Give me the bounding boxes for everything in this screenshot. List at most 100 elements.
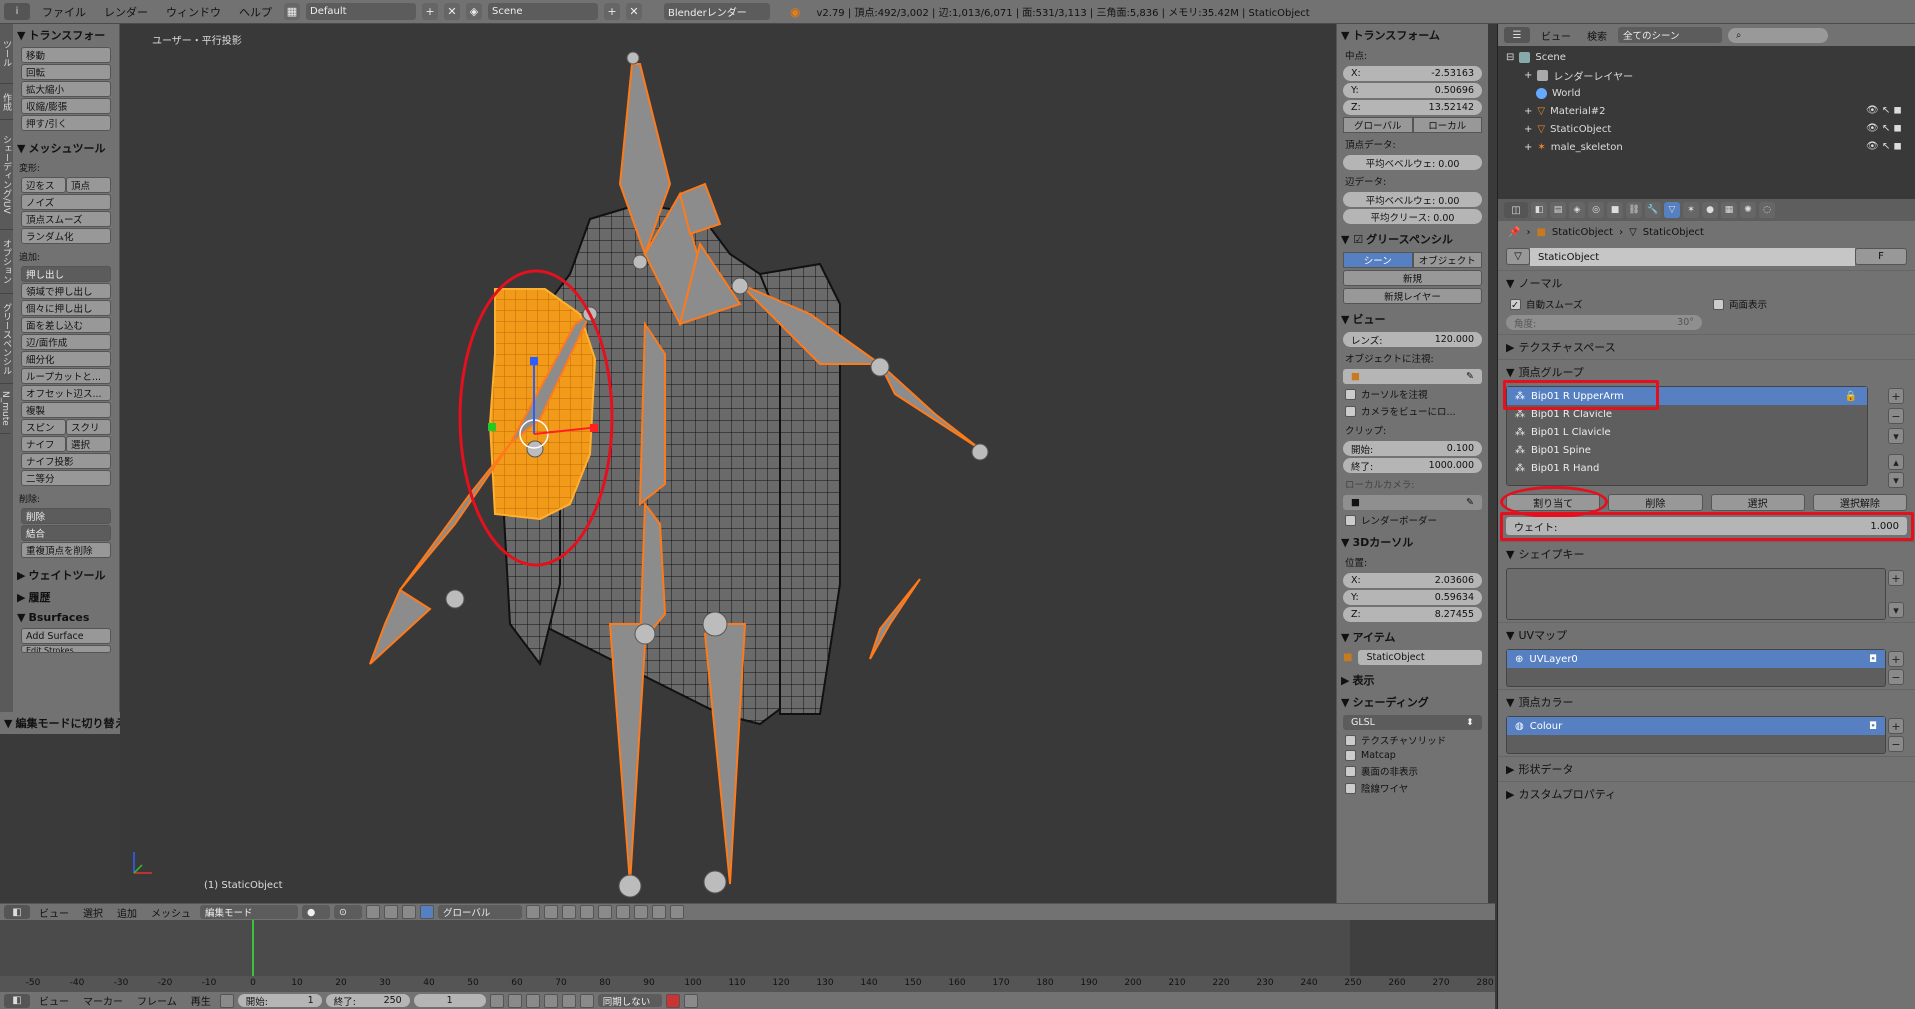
- view-header[interactable]: ▼ ビュー: [1337, 308, 1488, 330]
- properties-editor-icon[interactable]: ◫: [1504, 202, 1528, 218]
- rotate-button[interactable]: 回転: [21, 64, 111, 80]
- manipulator-icon[interactable]: [366, 905, 380, 919]
- cursor-x-field[interactable]: X: 2.03606: [1343, 573, 1482, 588]
- n-transform-header[interactable]: ▼ トランスフォーム: [1337, 24, 1488, 46]
- scene-tab-icon[interactable]: ◈: [1569, 202, 1585, 218]
- tab-create[interactable]: 作成: [0, 84, 13, 120]
- timeline-editor-icon[interactable]: ◧: [4, 993, 30, 1008]
- end-frame-field[interactable]: 終了: 250: [325, 994, 410, 1007]
- data-tab-icon[interactable]: ▽: [1664, 202, 1680, 218]
- scene-view[interactable]: [120, 24, 1336, 904]
- camera-eyedropper-icon[interactable]: ✎: [1466, 497, 1474, 508]
- subdivide-button[interactable]: 細分化: [21, 351, 111, 367]
- knife-project-button[interactable]: ナイフ投影: [21, 453, 111, 469]
- matcap-checkbox[interactable]: Matcap: [1345, 750, 1480, 761]
- backface-checkbox[interactable]: 裏面の非表示: [1345, 764, 1480, 778]
- offset-edge-button[interactable]: オフセット辺ス...: [21, 385, 111, 401]
- visibility-toggles[interactable]: 👁 ↖ ◼ 👁 ↖ ◼ 👁 ↖ ◼: [1866, 102, 1902, 156]
- outliner-row-render-layer[interactable]: + レンダーレイヤー: [1498, 66, 1915, 84]
- vcolor-list[interactable]: ◍ Colour ◘: [1506, 716, 1886, 754]
- viewport-editor-icon[interactable]: ◧: [4, 905, 30, 919]
- lock-cursor-checkbox[interactable]: カーソルを注視: [1345, 387, 1480, 401]
- camera-icon[interactable]: ◘: [1869, 654, 1877, 665]
- render-engine-select[interactable]: Blenderレンダー: [664, 3, 770, 20]
- hidden-wire-checkbox[interactable]: 陰線ワイヤ: [1345, 781, 1480, 795]
- translate-button[interactable]: 移動: [21, 47, 111, 63]
- layout-select[interactable]: Default: [306, 3, 416, 20]
- record-icon[interactable]: [665, 993, 680, 1008]
- extrude-individual-button[interactable]: 個々に押し出し: [21, 300, 111, 316]
- occlude-icon[interactable]: [580, 905, 594, 919]
- scene-icon[interactable]: ◈: [466, 3, 482, 20]
- texspace-header[interactable]: ▶ テクスチャスペース: [1498, 334, 1915, 359]
- close-scene-icon[interactable]: ✕: [626, 3, 642, 20]
- jump-end-icon[interactable]: [579, 993, 594, 1008]
- remove-button[interactable]: 削除: [1608, 494, 1703, 511]
- remove-uvmap-icon[interactable]: −: [1888, 669, 1904, 685]
- edge-select-icon[interactable]: [544, 905, 558, 919]
- current-frame-marker[interactable]: [252, 920, 254, 976]
- current-frame-field[interactable]: 1: [413, 994, 486, 1007]
- noise-button[interactable]: ノイズ: [21, 194, 111, 210]
- angle-field[interactable]: 角度: 30°: [1506, 315, 1702, 330]
- add-shapekey-icon[interactable]: +: [1888, 570, 1904, 586]
- eyedropper-icon[interactable]: ✎: [1466, 371, 1474, 382]
- play-reverse-icon[interactable]: [525, 993, 540, 1008]
- edge-slide-button[interactable]: 辺をス: [21, 177, 66, 193]
- select-button[interactable]: 選択: [1710, 494, 1805, 511]
- lock-icon[interactable]: 🔒: [1845, 391, 1857, 402]
- vgroup-item[interactable]: ⁂ Bip01 Spine: [1507, 441, 1867, 459]
- outliner-row-world[interactable]: World: [1498, 84, 1915, 102]
- item-name-field[interactable]: StaticObject: [1358, 650, 1482, 665]
- mode-select[interactable]: 編集モード: [200, 905, 298, 919]
- render-anim-icon[interactable]: [670, 905, 684, 919]
- vertex-select-icon[interactable]: [526, 905, 540, 919]
- median-x-field[interactable]: X: -2.53163: [1343, 66, 1482, 81]
- texture-tab-icon[interactable]: ▦: [1721, 202, 1737, 218]
- extrude-dropdown[interactable]: 押し出し: [21, 266, 111, 282]
- scene-select[interactable]: Scene: [488, 3, 598, 20]
- uvmap-list[interactable]: ⊕ UVLayer0 ◘: [1506, 649, 1886, 687]
- move-down-icon[interactable]: ▾: [1888, 472, 1904, 488]
- mesh-browse-icon[interactable]: ▽: [1506, 248, 1530, 265]
- extrude-region-button[interactable]: 領域で押し出し: [21, 283, 111, 299]
- move-up-icon[interactable]: ▴: [1888, 454, 1904, 470]
- camera-icon[interactable]: ◘: [1869, 721, 1877, 732]
- local-toggle[interactable]: ローカル: [1412, 117, 1482, 133]
- expand-icon[interactable]: +: [1524, 124, 1532, 135]
- double-sided-checkbox[interactable]: 両面表示: [1713, 297, 1903, 311]
- mesh-name-field[interactable]: StaticObject: [1530, 248, 1855, 266]
- tab-shading-uv[interactable]: シェーディング/UV: [0, 120, 13, 230]
- modifiers-tab-icon[interactable]: 🔧: [1645, 202, 1661, 218]
- tl-menu-marker[interactable]: マーカー: [78, 993, 128, 1008]
- global-toggle[interactable]: グローバル: [1343, 117, 1413, 133]
- vertex-slide-button[interactable]: 頂点: [66, 177, 111, 193]
- editor-type-button[interactable]: i: [4, 3, 30, 20]
- add-uvmap-icon[interactable]: +: [1888, 651, 1904, 667]
- median-y-field[interactable]: Y: 0.50696: [1343, 83, 1482, 98]
- custom-props-header[interactable]: ▶ カスタムプロパティ: [1498, 781, 1915, 806]
- auto-smooth-checkbox[interactable]: ✓ 自動スムーズ: [1510, 297, 1583, 311]
- bone-tab-icon[interactable]: ✶: [1683, 202, 1699, 218]
- pivot-select[interactable]: ⊙: [334, 905, 362, 919]
- shapekey-specials-icon[interactable]: ▾: [1888, 602, 1904, 618]
- expand-icon[interactable]: +: [1524, 142, 1532, 153]
- jump-start-icon[interactable]: [489, 993, 504, 1008]
- panel-bsurfaces[interactable]: ▼ Bsurfaces: [13, 608, 119, 627]
- fake-user-button[interactable]: F: [1855, 248, 1907, 265]
- edge-crease-field[interactable]: 平均クリース: 0.00: [1343, 209, 1482, 224]
- render-icon[interactable]: [652, 905, 666, 919]
- gp-scene-toggle[interactable]: シーン: [1343, 252, 1413, 268]
- panel-history[interactable]: ▶ 履歴: [13, 586, 119, 608]
- cursor-z-field[interactable]: Z: 8.27455: [1343, 607, 1482, 622]
- item-header[interactable]: ▼ アイテム: [1337, 626, 1488, 648]
- edit-strokes-button[interactable]: Edit Strokes: [21, 645, 111, 653]
- translate-manip-icon[interactable]: [384, 905, 398, 919]
- outliner-search-input[interactable]: ⌕: [1728, 27, 1828, 43]
- object-tab-icon[interactable]: ■: [1607, 202, 1623, 218]
- clip-start-field[interactable]: 開始: 0.100: [1343, 441, 1482, 456]
- add-surface-button[interactable]: Add Surface: [21, 628, 111, 644]
- vgroup-specials-icon[interactable]: ▾: [1888, 428, 1904, 444]
- orientation-select[interactable]: グローバル: [438, 905, 522, 919]
- render-tab-icon[interactable]: ◧: [1531, 202, 1547, 218]
